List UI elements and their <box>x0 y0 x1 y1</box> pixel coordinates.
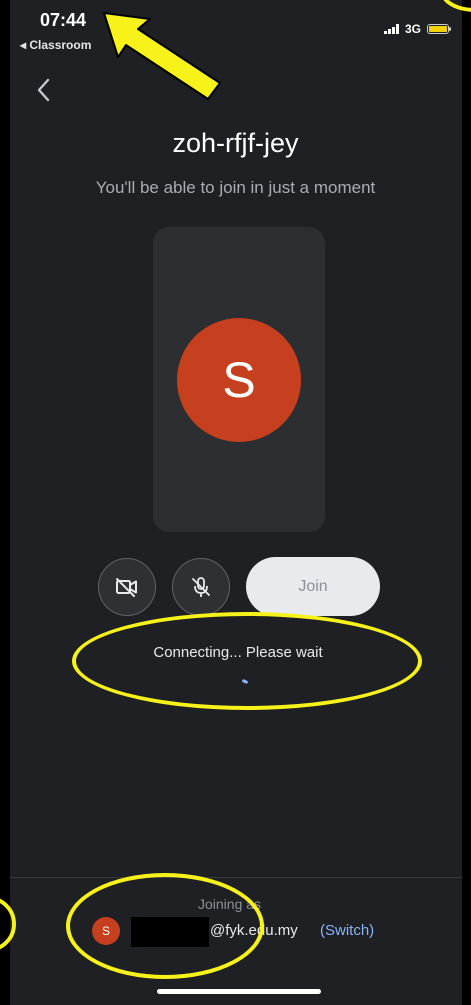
self-avatar: S <box>177 318 301 442</box>
meeting-code: zoh-rfjf-jey <box>172 128 299 158</box>
back-to-app-link[interactable]: ◂ Classroom <box>20 38 91 52</box>
join-subtitle: You'll be able to join in just a moment <box>95 178 376 197</box>
bottom-divider <box>10 877 462 878</box>
annotation-arrow-icon <box>103 12 221 100</box>
mic-off-icon <box>192 577 210 597</box>
home-indicator[interactable] <box>157 989 321 994</box>
switch-account-link[interactable]: (Switch) <box>320 922 374 939</box>
screenshot-frame: 07:44 ◂ Classroom 3G zoh-rfjf-jey You'll… <box>0 0 471 1005</box>
status-indicators: 3G <box>383 22 451 36</box>
camera-off-icon <box>116 578 137 597</box>
mic-toggle-button[interactable] <box>172 558 230 616</box>
network-type: 3G <box>404 22 421 36</box>
status-time: 07:44 <box>40 10 87 30</box>
back-chevron-icon[interactable] <box>30 75 60 105</box>
signal-icon <box>383 24 399 34</box>
battery-fill <box>429 26 447 32</box>
annotation-connecting-ellipse <box>72 612 422 710</box>
join-button[interactable]: Join <box>246 557 380 616</box>
camera-toggle-button[interactable] <box>98 558 156 616</box>
battery-icon <box>427 24 451 34</box>
annotation-account-ellipse <box>66 873 264 979</box>
